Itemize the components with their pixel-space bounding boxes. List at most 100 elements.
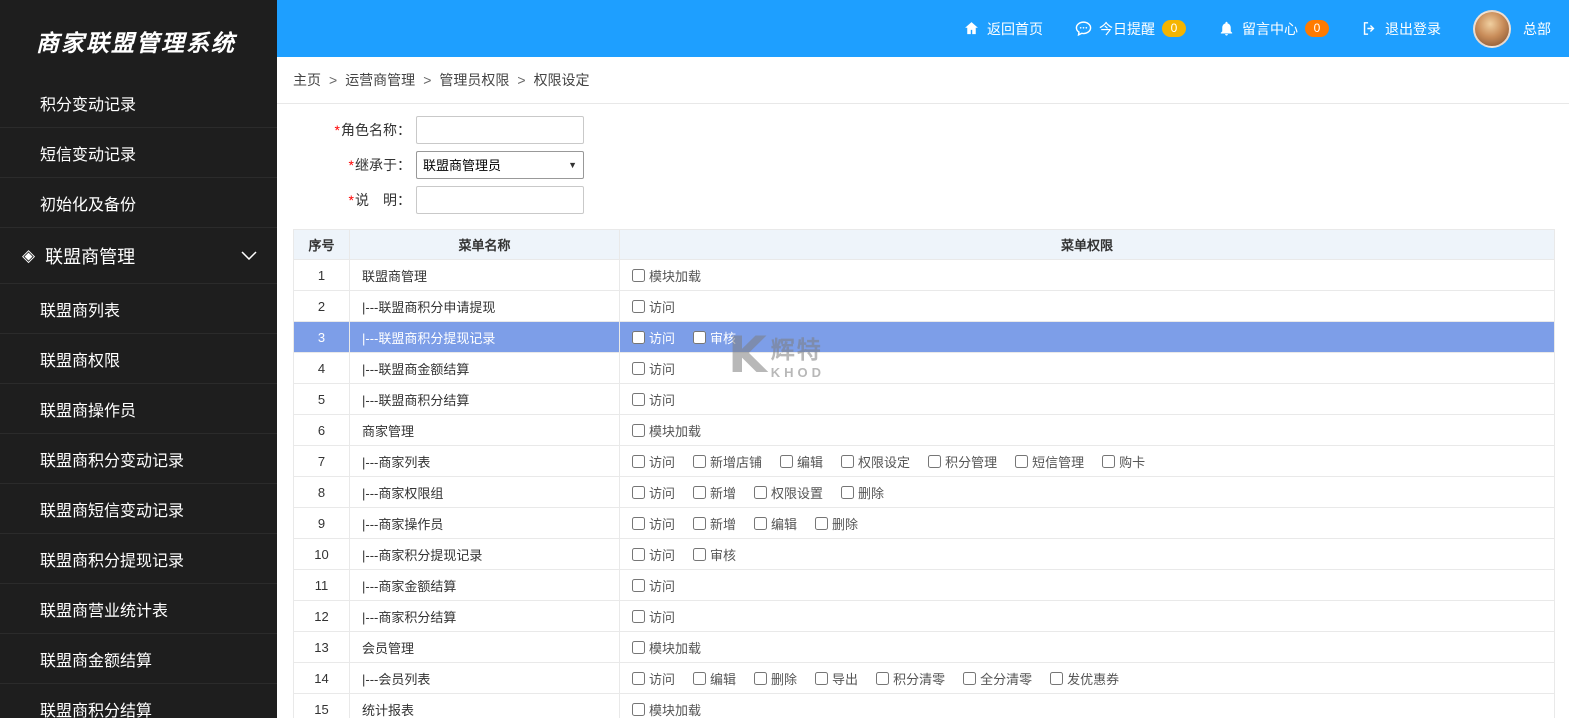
sidebar-item[interactable]: 联盟商积分结算 — [0, 684, 277, 718]
permission-checkbox[interactable] — [1015, 454, 1029, 468]
table-row[interactable]: 6 商家管理 模块加载 — [293, 414, 1555, 446]
message-center-button[interactable]: 留言中心 0 — [1218, 19, 1329, 39]
permission-option[interactable]: 积分清零 — [876, 669, 945, 688]
permission-checkbox[interactable] — [632, 702, 645, 716]
permission-option[interactable]: 编辑 — [693, 669, 736, 688]
permission-option[interactable]: 全分清零 — [963, 669, 1032, 688]
permission-checkbox[interactable] — [963, 671, 977, 685]
permission-checkbox[interactable] — [632, 454, 645, 468]
permission-option[interactable]: 访问 — [632, 545, 675, 564]
home-button[interactable]: 返回首页 — [963, 19, 1043, 39]
logout-button[interactable]: 退出登录 — [1361, 19, 1441, 39]
permission-option[interactable]: 模块加载 — [632, 266, 701, 285]
permission-checkbox[interactable] — [1102, 454, 1116, 468]
breadcrumb-item[interactable]: 主页 — [293, 70, 321, 90]
permission-option[interactable]: 积分管理 — [928, 452, 997, 471]
sidebar-item[interactable]: 短信变动记录 — [0, 128, 277, 178]
table-row[interactable]: 5 |---联盟商积分结算 访问 — [293, 383, 1555, 415]
permission-checkbox[interactable] — [815, 671, 829, 685]
permission-checkbox[interactable] — [754, 671, 768, 685]
permission-option[interactable]: 发优惠券 — [1050, 669, 1119, 688]
breadcrumb-item[interactable]: 运营商管理 — [345, 70, 415, 90]
permission-option[interactable]: 购卡 — [1102, 452, 1145, 471]
inherit-select[interactable]: 联盟商管理员 — [416, 151, 584, 179]
permission-option[interactable]: 删除 — [815, 514, 858, 533]
permission-checkbox[interactable] — [780, 454, 794, 468]
permission-checkbox[interactable] — [693, 485, 707, 499]
sidebar-item[interactable]: 联盟商积分提现记录 — [0, 534, 277, 584]
permission-option[interactable]: 模块加载 — [632, 638, 701, 657]
table-row[interactable]: 8 |---商家权限组 访问 新增 权限设置 删除 — [293, 476, 1555, 508]
permission-option[interactable]: 删除 — [754, 669, 797, 688]
sidebar-item[interactable]: 联盟商列表 — [0, 284, 277, 334]
permission-option[interactable]: 访问 — [632, 390, 675, 409]
permission-checkbox[interactable] — [632, 547, 645, 561]
permission-checkbox[interactable] — [632, 299, 645, 313]
permission-checkbox[interactable] — [876, 671, 890, 685]
table-row[interactable]: 10 |---商家积分提现记录 访问 审核 — [293, 538, 1555, 570]
permission-option[interactable]: 访问 — [632, 669, 675, 688]
table-row[interactable]: 9 |---商家操作员 访问 新增 编辑 删除 — [293, 507, 1555, 539]
sidebar-item[interactable]: 联盟商营业统计表 — [0, 584, 277, 634]
permission-option[interactable]: 权限设定 — [841, 452, 910, 471]
permission-option[interactable]: 访问 — [632, 576, 675, 595]
table-row[interactable]: 4 |---联盟商金额结算 访问 — [293, 352, 1555, 384]
reminder-button[interactable]: 今日提醒 0 — [1075, 19, 1186, 39]
permission-checkbox[interactable] — [693, 671, 707, 685]
table-row[interactable]: 3 |---联盟商积分提现记录 访问 审核 — [293, 321, 1555, 353]
table-row[interactable]: 2 |---联盟商积分申请提现 访问 — [293, 290, 1555, 322]
permission-option[interactable]: 访问 — [632, 359, 675, 378]
permission-checkbox[interactable] — [841, 485, 855, 499]
permission-checkbox[interactable] — [632, 485, 645, 499]
permission-option[interactable]: 模块加载 — [632, 700, 701, 718]
permission-checkbox[interactable] — [693, 547, 707, 561]
permission-option[interactable]: 访问 — [632, 607, 675, 626]
sidebar-item[interactable]: 积分变动记录 — [0, 78, 277, 128]
table-row[interactable]: 12 |---商家积分结算 访问 — [293, 600, 1555, 632]
permission-checkbox[interactable] — [693, 516, 707, 530]
permission-option[interactable]: 新增店铺 — [693, 452, 762, 471]
permission-option[interactable]: 审核 — [693, 328, 736, 347]
sidebar-item[interactable]: 联盟商积分变动记录 — [0, 434, 277, 484]
table-row[interactable]: 13 会员管理 模块加载 — [293, 631, 1555, 663]
table-row[interactable]: 14 |---会员列表 访问 编辑 删除 导出 积分清零 全分清零 发优惠券 — [293, 662, 1555, 694]
permission-checkbox[interactable] — [632, 578, 645, 592]
sidebar-item[interactable]: 联盟商金额结算 — [0, 634, 277, 684]
permission-option[interactable]: 导出 — [815, 669, 858, 688]
description-input[interactable] — [416, 186, 584, 214]
permission-checkbox[interactable] — [632, 671, 645, 685]
permission-checkbox[interactable] — [632, 268, 645, 282]
permission-option[interactable]: 审核 — [693, 545, 736, 564]
breadcrumb-item[interactable]: 权限设定 — [534, 70, 590, 90]
permission-checkbox[interactable] — [754, 516, 768, 530]
permission-checkbox[interactable] — [815, 516, 829, 530]
permission-option[interactable]: 访问 — [632, 328, 675, 347]
permission-option[interactable]: 新增 — [693, 483, 736, 502]
permission-option[interactable]: 编辑 — [754, 514, 797, 533]
permission-option[interactable]: 访问 — [632, 452, 675, 471]
table-row[interactable]: 11 |---商家金额结算 访问 — [293, 569, 1555, 601]
permission-checkbox[interactable] — [928, 454, 942, 468]
permission-checkbox[interactable] — [632, 361, 645, 375]
permission-checkbox[interactable] — [841, 454, 855, 468]
user-name[interactable]: 总部 — [1523, 19, 1551, 39]
table-row[interactable]: 1 联盟商管理 模块加载 — [293, 259, 1555, 291]
permission-option[interactable]: 新增 — [693, 514, 736, 533]
permission-checkbox[interactable] — [632, 423, 645, 437]
permission-checkbox[interactable] — [632, 640, 645, 654]
permission-option[interactable]: 删除 — [841, 483, 884, 502]
permission-checkbox[interactable] — [693, 330, 707, 344]
breadcrumb-item[interactable]: 管理员权限 — [439, 70, 509, 90]
permission-checkbox[interactable] — [632, 516, 645, 530]
role-name-input[interactable] — [416, 116, 584, 144]
permission-option[interactable]: 模块加载 — [632, 421, 701, 440]
permission-checkbox[interactable] — [1050, 671, 1064, 685]
sidebar-group-item[interactable]: ◈ 联盟商管理 — [0, 228, 277, 284]
permission-option[interactable]: 访问 — [632, 297, 675, 316]
sidebar-item[interactable]: 初始化及备份 — [0, 178, 277, 228]
permission-checkbox[interactable] — [632, 330, 645, 344]
permission-option[interactable]: 访问 — [632, 514, 675, 533]
permission-option[interactable]: 编辑 — [780, 452, 823, 471]
permission-option[interactable]: 访问 — [632, 483, 675, 502]
table-row[interactable]: 15 统计报表 模块加载 — [293, 693, 1555, 718]
